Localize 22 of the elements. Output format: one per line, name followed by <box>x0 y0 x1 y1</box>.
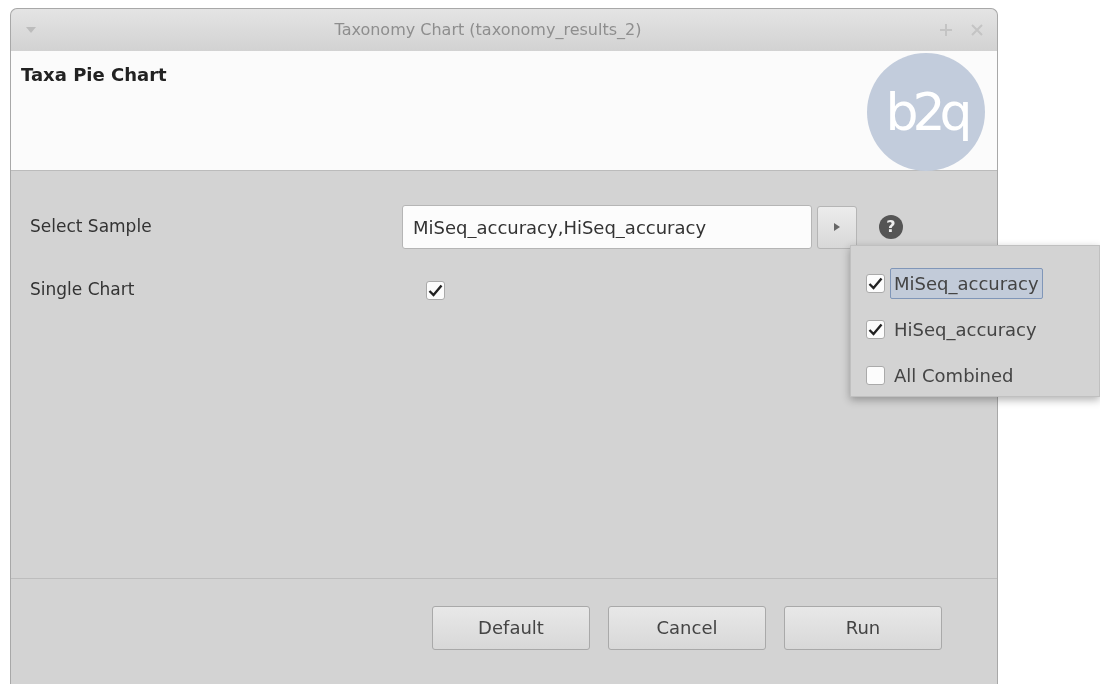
menu-item[interactable]: All Combined <box>890 359 1018 391</box>
checkbox[interactable] <box>866 273 885 293</box>
field-label: Single Chart <box>30 278 136 302</box>
dialog-button[interactable]: Run <box>784 605 942 650</box>
help-icon[interactable]: ? <box>879 215 903 239</box>
window-title: Taxonomy Chart (taxonomy_results_2) <box>333 19 643 41</box>
sample-field[interactable]: MiSeq_accuracy,HiSeq_accuracy <box>402 205 812 249</box>
field-label: Select Sample <box>30 215 153 239</box>
menu-item[interactable]: MiSeq_accuracy <box>890 267 1043 299</box>
checkbox[interactable] <box>866 319 885 339</box>
expand-button[interactable] <box>817 205 857 249</box>
dialog-button[interactable]: Default <box>432 605 590 650</box>
checkbox[interactable] <box>866 365 885 385</box>
checkbox[interactable] <box>426 280 445 300</box>
arrow-icon <box>833 222 841 232</box>
menu-item[interactable]: HiSeq_accuracy <box>890 313 1041 345</box>
maximize-icon[interactable] <box>939 23 953 37</box>
logo: b2q <box>867 53 985 171</box>
close-icon[interactable] <box>971 24 983 36</box>
menu-arrow-icon[interactable] <box>25 26 37 34</box>
dialog-button[interactable]: Cancel <box>608 605 766 650</box>
dialog-heading: Taxa Pie Chart <box>21 63 167 87</box>
